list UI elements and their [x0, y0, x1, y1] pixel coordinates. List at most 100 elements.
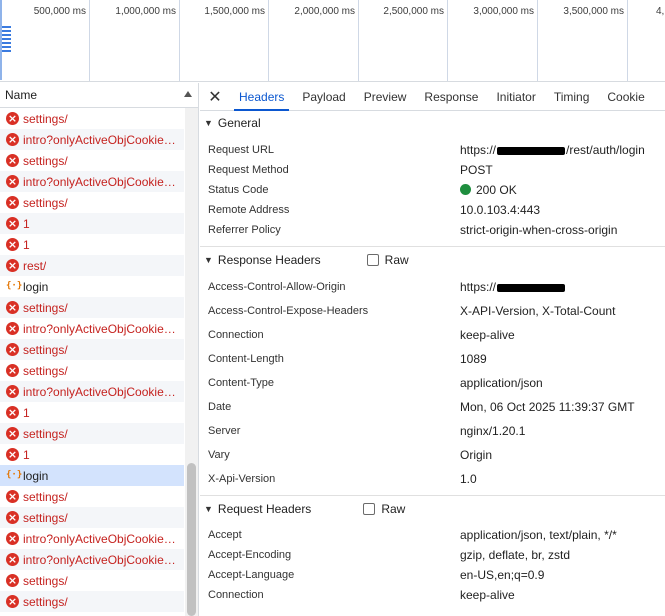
error-icon: ×: [6, 112, 19, 125]
header-value[interactable]: https://: [460, 280, 566, 294]
request-name: 1: [23, 447, 30, 462]
header-value[interactable]: POST: [460, 163, 493, 177]
scrollbar-thumb[interactable]: [187, 463, 196, 616]
tab-headers[interactable]: Headers: [230, 83, 293, 111]
request-row[interactable]: × settings/: [0, 423, 184, 444]
request-row[interactable]: × 1: [0, 402, 184, 423]
request-row[interactable]: × intro?onlyActiveObjCookie…: [0, 171, 184, 192]
section-title: General: [217, 116, 261, 130]
general-section-header[interactable]: ▼ General: [200, 111, 665, 135]
request-list: Name × settings/ × intro?onlyActiveObjCooki…: [0, 83, 199, 616]
request-row[interactable]: × settings/: [0, 570, 184, 591]
tab-initiator[interactable]: Initiator: [487, 83, 544, 111]
collapse-triangle-icon[interactable]: ▼: [204, 504, 213, 514]
request-name: 1: [23, 237, 30, 252]
request-row[interactable]: × 1: [0, 444, 184, 465]
header-value[interactable]: 200 OK: [460, 183, 517, 197]
request-headers-section-header[interactable]: ▼ Request Headers Raw: [200, 495, 665, 521]
header-value[interactable]: keep-alive: [460, 328, 515, 342]
header-value[interactable]: nginx/1.20.1: [460, 424, 525, 438]
request-row[interactable]: × settings/: [0, 591, 184, 612]
error-icon: ×: [6, 532, 19, 545]
error-icon: ×: [6, 133, 19, 146]
header-key: Accept-Encoding: [208, 549, 292, 561]
request-row[interactable]: × settings/: [0, 339, 184, 360]
header-value[interactable]: en-US,en;q=0.9: [460, 568, 544, 582]
request-row[interactable]: × settings/: [0, 108, 184, 129]
general-row: Remote Address 10.0.103.4:443: [200, 200, 665, 220]
tab-cookies[interactable]: Cookie: [598, 83, 653, 111]
header-value[interactable]: keep-alive: [460, 588, 515, 602]
header-value[interactable]: 1.0: [460, 472, 477, 486]
header-key: Date: [208, 401, 232, 413]
raw-checkbox[interactable]: [366, 253, 379, 266]
header-value[interactable]: strict-origin-when-cross-origin: [460, 223, 617, 237]
header-value[interactable]: gzip, deflate, br, zstd: [460, 548, 570, 562]
header-row: Connection keep-alive: [200, 323, 665, 347]
header-value[interactable]: X-API-Version, X-Total-Count: [460, 304, 615, 318]
raw-label: Raw: [384, 252, 409, 267]
header-value[interactable]: application/json: [460, 376, 543, 390]
raw-toggle[interactable]: Raw: [363, 502, 405, 516]
request-row[interactable]: × 1: [0, 213, 184, 234]
response-headers-section-header[interactable]: ▼ Response Headers Raw: [200, 246, 665, 272]
tab-timing[interactable]: Timing: [545, 83, 599, 111]
raw-label: Raw: [381, 501, 406, 516]
request-row[interactable]: × intro?onlyActiveObjCookie…: [0, 549, 184, 570]
request-headers-list: Accept application/json, text/plain, */* A…: [200, 521, 665, 605]
request-name: settings/: [23, 489, 68, 504]
header-key: Status Code: [208, 184, 269, 196]
timeline-tick-label: 4,(: [656, 6, 665, 17]
header-value[interactable]: 10.0.103.4:443: [460, 203, 540, 217]
header-row: Date Mon, 06 Oct 2025 11:39:37 GMT: [200, 395, 665, 419]
general-row: Request URL https:///rest/auth/login: [200, 140, 665, 160]
timeline-gridline: [537, 0, 538, 81]
request-row[interactable]: × intro?onlyActiveObjCookie…: [0, 318, 184, 339]
request-row[interactable]: × intro?onlyActiveObjCookie…: [0, 381, 184, 402]
request-row[interactable]: × intro?onlyActiveObjCookie…: [0, 528, 184, 549]
header-value[interactable]: Mon, 06 Oct 2025 11:39:37 GMT: [460, 400, 635, 414]
timeline-gridline: [627, 0, 628, 81]
error-icon: ×: [6, 448, 19, 461]
request-row[interactable]: × 1: [0, 234, 184, 255]
request-row[interactable]: × settings/: [0, 486, 184, 507]
request-row[interactable]: {·} login: [0, 276, 184, 297]
timeline-request-bars: [2, 26, 11, 52]
close-icon[interactable]: ✕: [200, 87, 230, 106]
header-key: Access-Control-Expose-Headers: [208, 305, 369, 317]
request-row[interactable]: × settings/: [0, 507, 184, 528]
header-value[interactable]: https:///rest/auth/login: [460, 143, 645, 157]
header-row: Accept application/json, text/plain, */*: [200, 525, 665, 545]
request-row[interactable]: × settings/: [0, 192, 184, 213]
request-list-scrollbar[interactable]: [185, 108, 198, 616]
tab-payload[interactable]: Payload: [293, 83, 354, 111]
header-row: X-Api-Version 1.0: [200, 467, 665, 491]
request-name: settings/: [23, 426, 68, 441]
raw-toggle[interactable]: Raw: [366, 252, 409, 267]
request-name: settings/: [23, 363, 68, 378]
name-column-header[interactable]: Name: [0, 83, 198, 108]
request-row[interactable]: × settings/: [0, 360, 184, 381]
sort-ascending-icon[interactable]: [184, 91, 192, 97]
header-value[interactable]: application/json, text/plain, */*: [460, 528, 617, 542]
header-key: X-Api-Version: [208, 473, 276, 485]
network-overview-timeline[interactable]: 500,000 ms 1,000,000 ms 1,500,000 ms 2,0…: [0, 0, 665, 82]
header-row: Access-Control-Expose-Headers X-API-Versi…: [200, 299, 665, 323]
collapse-triangle-icon[interactable]: ▼: [204, 118, 213, 128]
request-row[interactable]: × rest/: [0, 255, 184, 276]
collapse-triangle-icon[interactable]: ▼: [204, 255, 213, 265]
request-row[interactable]: × settings/: [0, 297, 184, 318]
header-value[interactable]: 1089: [460, 352, 487, 366]
request-row[interactable]: {·} login: [0, 465, 184, 486]
tab-response[interactable]: Response: [415, 83, 487, 111]
request-row[interactable]: × settings/: [0, 150, 184, 171]
request-name: intro?onlyActiveObjCookie…: [23, 132, 176, 147]
raw-checkbox[interactable]: [363, 502, 376, 515]
error-icon: ×: [6, 196, 19, 209]
tab-preview[interactable]: Preview: [355, 83, 416, 111]
timeline-tick-label: 2,500,000 ms: [383, 6, 444, 17]
request-rows: × settings/ × intro?onlyActiveObjCookie… × se…: [0, 108, 184, 612]
header-row: Accept-Language en-US,en;q=0.9: [200, 565, 665, 585]
request-row[interactable]: × intro?onlyActiveObjCookie…: [0, 129, 184, 150]
header-value[interactable]: Origin: [460, 448, 492, 462]
